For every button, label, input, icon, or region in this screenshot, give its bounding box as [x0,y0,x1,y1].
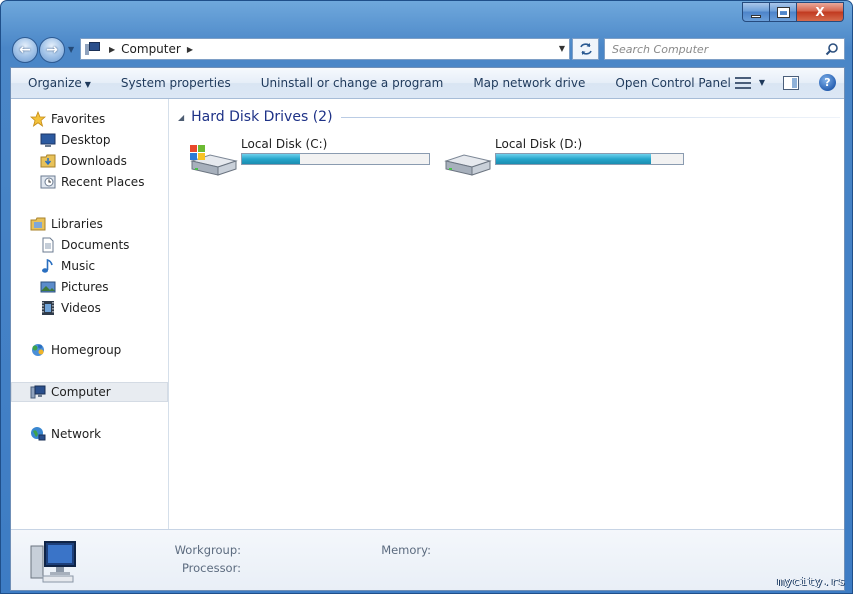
homegroup-icon [32,344,44,356]
breadcrumb-arrow-icon[interactable]: ▶ [187,45,193,54]
drive-usage-bar [241,153,430,165]
drive-usage-fill [242,154,300,164]
navigation-bar: ← → ▼ ▶ Computer ▶ ▼ [1,35,852,63]
sidebar-item-computer[interactable]: Computer [11,382,168,402]
minimize-icon [751,14,761,18]
sidebar-item-videos[interactable]: Videos [11,298,168,318]
watermark: mycity.rs [777,575,846,588]
drive-usage-bar [495,153,684,165]
view-options-chevron-icon[interactable]: ▼ [759,78,765,87]
forward-arrow-icon: → [46,42,58,58]
memory-label: Memory: [381,543,431,557]
organize-menu[interactable]: Organize ▼ [11,76,106,90]
sidebar-item-label: Favorites [51,112,106,126]
sidebar-item-recent-places[interactable]: Recent Places [11,172,168,192]
sidebar-item-network[interactable]: Network [11,424,168,444]
minimize-button[interactable] [742,2,770,22]
workgroup-label: Workgroup: [174,543,241,557]
sidebar-item-label: Documents [61,238,130,252]
toolbar-right-controls: ▼ ? [734,74,836,91]
search-icon[interactable] [825,42,839,56]
drive-label: Local Disk (D:) [495,137,583,151]
computer-icon [30,541,76,583]
forward-button[interactable]: → [39,37,65,63]
sidebar-item-desktop[interactable]: Desktop [11,130,168,150]
sidebar-item-label: Pictures [61,280,109,294]
search-box[interactable] [604,38,845,60]
address-bar[interactable]: ▶ Computer ▶ ▼ [80,38,570,60]
map-network-drive-button[interactable]: Map network drive [458,76,600,90]
preview-pane-icon[interactable] [783,75,799,90]
sidebar-item-label: Music [61,259,96,273]
details-pane: Workgroup: Memory: Processor: [11,529,844,590]
sidebar-item-music[interactable]: Music [11,256,168,276]
organize-label: Organize [28,76,82,90]
maximize-button[interactable] [770,2,797,22]
change-view-icon[interactable] [734,76,751,90]
sidebar-item-label: Desktop [61,133,111,147]
maximize-icon [776,6,790,18]
sidebar-item-label: Recent Places [61,175,145,189]
navigation-pane: Favorites Desktop Downloads Recent Place… [11,99,169,529]
drive-item-d[interactable]: Local Disk (D:) [442,137,692,187]
windows-drive-icon [190,145,238,176]
back-button[interactable]: ← [12,37,38,63]
group-title: Hard Disk Drives (2) [191,109,333,125]
breadcrumb-arrow-icon[interactable]: ▶ [109,45,115,54]
hard-disk-drives-group-header[interactable]: ◢ Hard Disk Drives (2) [178,109,840,125]
network-icon [31,427,46,441]
sidebar-item-homegroup[interactable]: Homegroup [11,340,168,360]
sidebar-item-label: Network [51,427,102,441]
documents-icon [42,237,54,253]
window-controls: X [742,2,844,22]
close-button[interactable]: X [797,2,844,22]
drive-label: Local Disk (C:) [241,137,328,151]
command-bar: Organize ▼ System properties Uninstall or… [11,68,844,99]
sidebar-item-documents[interactable]: Documents [11,235,168,255]
group-divider [340,116,840,118]
collapse-group-icon[interactable]: ◢ [178,113,184,122]
desktop-icon [40,133,56,147]
sidebar-item-favorites[interactable]: Favorites [11,109,168,129]
drive-item-c[interactable]: Local Disk (C:) [188,137,438,187]
computer-icon [85,42,101,56]
sidebar-item-label: Homegroup [51,343,122,357]
refresh-icon [579,43,592,55]
recent-places-icon [40,175,56,189]
pictures-icon [40,281,56,293]
hard-drive-icon [444,154,492,176]
recent-pages-dropdown[interactable]: ▼ [68,45,74,54]
sidebar-item-pictures[interactable]: Pictures [11,277,168,297]
back-arrow-icon: ← [19,42,31,58]
breadcrumb-computer[interactable]: Computer [121,42,181,56]
explorer-window: X ← → ▼ ▶ Computer ▶ ▼ Search Computer O… [0,0,853,594]
sidebar-item-label: Libraries [51,217,103,231]
close-icon: X [815,5,825,19]
processor-label: Processor: [181,561,241,575]
sidebar-item-label: Videos [61,301,101,315]
sidebar-item-label: Computer [51,385,111,399]
uninstall-program-button[interactable]: Uninstall or change a program [246,76,459,90]
videos-icon [42,301,54,315]
drive-usage-fill [496,154,652,164]
downloads-icon [40,154,56,168]
sidebar-item-downloads[interactable]: Downloads [11,151,168,171]
sidebar-item-libraries[interactable]: Libraries [11,214,168,234]
title-bar[interactable]: X [1,1,852,31]
help-icon[interactable]: ? [819,74,836,91]
libraries-icon [30,217,46,231]
sidebar-item-label: Downloads [61,154,127,168]
chevron-down-icon: ▼ [84,80,91,89]
search-input[interactable] [612,42,812,56]
system-properties-button[interactable]: System properties [106,76,246,90]
star-icon [30,111,46,127]
open-control-panel-button[interactable]: Open Control Panel [600,76,745,90]
explorer-content: Organize ▼ System properties Uninstall or… [10,67,845,591]
music-icon [42,258,53,273]
computer-icon [30,385,46,399]
address-dropdown-icon[interactable]: ▼ [559,44,565,53]
refresh-button[interactable] [572,38,599,60]
file-list-pane: ◢ Hard Disk Drives (2) Local Disk (C:) L… [170,99,844,529]
